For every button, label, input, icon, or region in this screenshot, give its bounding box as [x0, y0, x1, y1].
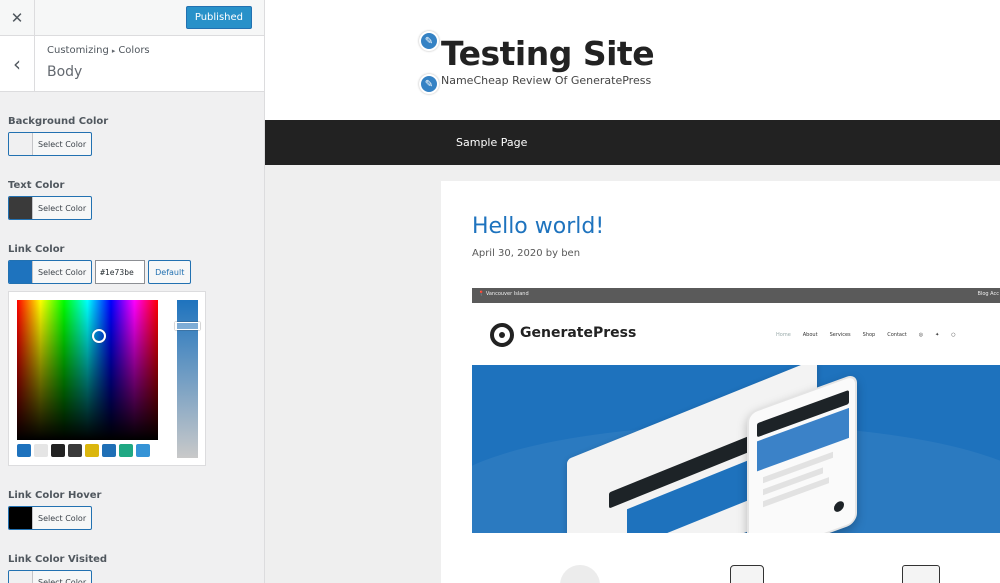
breadcrumb-parent: Customizing	[47, 45, 109, 56]
link-color-hover-select-button[interactable]: Select Color	[8, 506, 93, 530]
control-label: Link Color Hover	[8, 490, 102, 501]
post-article: Hello world! April 30, 2020 by ben 📍 Van…	[441, 181, 1000, 583]
twitter-icon: ✦	[935, 332, 940, 338]
color-swatch	[9, 507, 33, 529]
link-color-default-button[interactable]: Default	[148, 260, 192, 284]
window-icon	[730, 565, 764, 583]
palette-swatch[interactable]	[85, 444, 99, 457]
link-color-select-button[interactable]: Select Color	[8, 260, 93, 284]
back-chevron-icon[interactable]: ‹	[0, 36, 35, 91]
control-label: Background Color	[8, 116, 109, 127]
site-title[interactable]: Testing Site	[441, 34, 655, 73]
select-color-label: Select Color	[38, 513, 87, 523]
palette-swatch[interactable]	[119, 444, 133, 457]
control-link-color-visited: Link Color Visited Select Color	[8, 554, 256, 583]
palette-swatch[interactable]	[102, 444, 116, 457]
section-title: Body	[47, 64, 83, 80]
color-spectrum[interactable]	[17, 300, 158, 440]
pencil-icon[interactable]: ✎	[419, 31, 439, 51]
select-color-label: Select Color	[38, 203, 87, 213]
link-color-hex-input[interactable]	[95, 260, 146, 284]
color-swatch	[9, 133, 33, 155]
embed-menu-item: About	[802, 332, 818, 338]
site-navigation: Sample Page	[265, 120, 1000, 165]
color-swatch	[9, 261, 33, 283]
embed-header: GeneratePress Home About Services Shop C…	[472, 303, 1000, 365]
post-meta: April 30, 2020 by ben	[472, 248, 581, 259]
control-link-color: Link Color Select Color Default	[8, 244, 256, 466]
section-header: ‹ Customizing ▸ Colors Body	[0, 36, 264, 92]
nav-item-sample-page[interactable]: Sample Page	[456, 120, 527, 165]
select-color-label: Select Color	[38, 577, 87, 583]
spectrum-handle[interactable]	[92, 329, 106, 343]
embed-top-links: Blog Acc	[977, 291, 999, 297]
palette-swatch[interactable]	[34, 444, 48, 457]
palette-swatch[interactable]	[51, 444, 65, 457]
customizer-topbar: ✕ Published	[0, 0, 264, 36]
control-text-color: Text Color Select Color	[8, 180, 256, 220]
breadcrumb-separator-icon: ▸	[111, 47, 116, 55]
breadcrumb: Customizing ▸ Colors	[47, 45, 150, 56]
control-link-color-hover: Link Color Hover Select Color	[8, 490, 256, 530]
text-color-select-button[interactable]: Select Color	[8, 196, 93, 220]
color-picker	[8, 291, 206, 466]
control-label: Link Color Visited	[8, 554, 108, 565]
embed-location: 📍 Vancouver Island	[478, 291, 529, 297]
ruler-icon	[902, 565, 940, 583]
palette-swatch[interactable]	[136, 444, 150, 457]
post-title[interactable]: Hello world!	[472, 214, 604, 239]
color-swatch	[9, 571, 33, 583]
palette-swatch[interactable]	[17, 444, 31, 457]
customizer-sidebar: ✕ Published ‹ Customizing ▸ Colors Body Ba…	[0, 0, 265, 583]
embed-features	[472, 533, 1000, 583]
palette-swatch[interactable]	[68, 444, 82, 457]
search-icon: ○	[951, 332, 956, 338]
pencil-icon[interactable]: ✎	[419, 74, 439, 94]
select-color-label: Select Color	[38, 139, 87, 149]
instagram-icon: ◎	[918, 332, 924, 338]
site-preview: ✎ Testing Site ✎ NameCheap Review Of Gen…	[265, 0, 1000, 583]
embed-topbar: 📍 Vancouver Island Blog Acc	[472, 288, 1000, 303]
embed-menu: Home About Services Shop Contact ◎ ✦ ○	[776, 332, 956, 338]
control-background-color: Background Color Select Color	[8, 116, 256, 156]
featured-image: 📍 Vancouver Island Blog Acc GeneratePres…	[472, 288, 1000, 583]
embed-menu-item: Shop	[862, 332, 876, 338]
embed-menu-item: Services	[829, 332, 851, 338]
control-label: Text Color	[8, 180, 65, 191]
embed-logo-text: GeneratePress	[520, 325, 637, 341]
background-color-select-button[interactable]: Select Color	[8, 132, 93, 156]
phone-button	[834, 499, 844, 514]
select-color-label: Select Color	[38, 267, 87, 277]
site-tagline: NameCheap Review Of GeneratePress	[441, 74, 652, 87]
breadcrumb-current: Colors	[118, 45, 150, 56]
feather-icon	[560, 565, 600, 583]
generatepress-logo-icon	[490, 323, 514, 347]
slider-handle[interactable]	[175, 322, 200, 330]
palette	[17, 444, 150, 457]
color-swatch	[9, 197, 33, 219]
embed-hero-illustration	[472, 365, 1000, 533]
color-value-slider[interactable]	[175, 300, 200, 458]
color-controls: Background Color Select Color Text Color…	[0, 92, 264, 583]
control-label: Link Color	[8, 244, 65, 255]
publish-button[interactable]: Published	[185, 6, 252, 29]
embed-menu-item: Contact	[887, 332, 907, 338]
close-icon[interactable]: ✕	[0, 0, 35, 35]
embed-menu-item: Home	[776, 332, 791, 338]
link-color-visited-select-button[interactable]: Select Color	[8, 570, 93, 583]
site-header: ✎ Testing Site ✎ NameCheap Review Of Gen…	[265, 0, 1000, 120]
